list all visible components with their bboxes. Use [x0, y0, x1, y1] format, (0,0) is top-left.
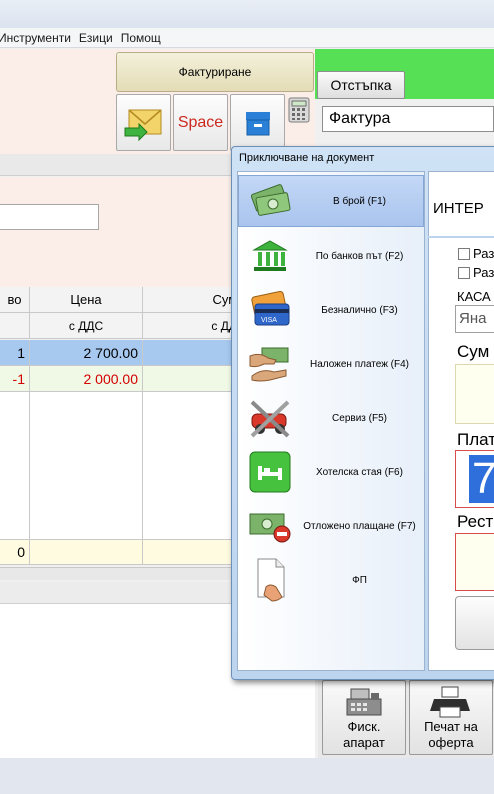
- payment-method-list: В брой (F1) По банков път (F2) VISA Безн…: [237, 171, 425, 671]
- option-checkbox-2[interactable]: Раз: [458, 265, 494, 280]
- option-checkbox-1[interactable]: Раз: [458, 246, 494, 261]
- payment-cash-item[interactable]: В брой (F1): [238, 175, 424, 227]
- discount-label: Отстъпка: [330, 77, 392, 93]
- paid-value[interactable]: 7: [469, 455, 494, 503]
- printer-icon: [430, 686, 470, 718]
- payment-fp-item[interactable]: ФП: [238, 554, 424, 606]
- credit-card-icon: VISA: [245, 286, 295, 334]
- table-row-price[interactable]: 2 000.00: [30, 366, 143, 392]
- payment-bank-item[interactable]: По банков път (F2): [238, 230, 424, 282]
- payment-service-item[interactable]: Сервиз (F5): [238, 392, 424, 444]
- cashbox-select[interactable]: Яна: [455, 305, 494, 333]
- space-label: Space: [177, 113, 224, 131]
- sum-field: [455, 364, 494, 424]
- send-email-button[interactable]: [116, 94, 171, 151]
- print-label-1: Печат на: [424, 719, 478, 734]
- window-titlebar: [0, 0, 494, 28]
- menu-languages[interactable]: Езици: [79, 31, 121, 45]
- empty-area: [30, 392, 143, 539]
- dialog-title: Приключване на документ: [239, 152, 375, 164]
- svg-text:VISA: VISA: [261, 317, 277, 324]
- cashbox-label: КАСА: [457, 289, 491, 304]
- payment-bank-label: По банков път (F2): [315, 250, 404, 262]
- cash-register-icon: [346, 688, 382, 716]
- hotel-bed-icon: [245, 448, 295, 496]
- envelope-arrow-icon: [124, 108, 161, 141]
- empty-area: [0, 392, 30, 539]
- checkbox-label: Раз: [473, 265, 494, 280]
- payment-cod-item[interactable]: Наложен платеж (F4): [238, 338, 424, 390]
- payment-hotel-label: Хотелска стая (F6): [316, 466, 403, 478]
- table-row-qty[interactable]: -1: [0, 366, 30, 392]
- menu-tools[interactable]: Инструменти: [0, 31, 79, 45]
- archive-button[interactable]: [230, 94, 285, 151]
- menu-help[interactable]: Помощ: [121, 31, 169, 45]
- paid-label: Плат: [457, 430, 494, 449]
- checkbox-label: Раз: [473, 246, 494, 261]
- payment-card-label: Безналично (F3): [321, 304, 398, 316]
- sum-label: Сум: [457, 342, 490, 361]
- checkbox[interactable]: [458, 247, 470, 260]
- total-qty: 0: [0, 539, 30, 565]
- payment-service-label: Сервиз (F5): [332, 412, 387, 424]
- checkbox[interactable]: [458, 266, 470, 279]
- invoicing-button[interactable]: Фактуриране: [116, 52, 314, 92]
- cash-on-delivery-icon: [245, 340, 295, 388]
- payment-deferred-item[interactable]: Отложено плащане (F7): [238, 500, 424, 552]
- payment-cash-label: В брой (F1): [333, 195, 386, 207]
- search-input[interactable]: [0, 204, 99, 230]
- service-tools-icon: [245, 394, 295, 442]
- print-offer-button[interactable]: Печат на оферта: [409, 680, 493, 755]
- col-price-subheader: с ДДС: [30, 313, 143, 339]
- change-label: Рест: [457, 512, 494, 531]
- col-qty-header[interactable]: во: [0, 287, 30, 313]
- fiscal-device-button[interactable]: Фиск. апарат: [322, 680, 406, 755]
- space-button[interactable]: Space: [173, 94, 228, 151]
- payment-hotel-item[interactable]: Хотелска стая (F6): [238, 446, 424, 498]
- company-name: ИНТЕР: [433, 200, 484, 217]
- discount-button[interactable]: Отстъпка: [317, 71, 405, 99]
- payment-fp-label: ФП: [352, 574, 367, 586]
- deferred-payment-icon: [245, 502, 295, 550]
- menu-bar: Инструменти Езици Помощ: [0, 28, 494, 48]
- document-type-select[interactable]: Фактура: [322, 106, 494, 132]
- payment-cod-label: Наложен платеж (F4): [309, 358, 410, 370]
- payment-card-item[interactable]: VISA Безналично (F3): [238, 284, 424, 336]
- bank-icon: [245, 232, 295, 280]
- confirm-print-button[interactable]: [455, 596, 494, 650]
- col-qty-subheader: [0, 313, 30, 339]
- calculator-icon[interactable]: [287, 97, 311, 123]
- col-price-header[interactable]: Цена: [30, 287, 143, 313]
- payment-deferred-label: Отложено плащане (F7): [303, 520, 416, 532]
- table-row-qty[interactable]: 1: [0, 340, 30, 366]
- taskbar: [0, 758, 494, 794]
- total-price: [30, 539, 143, 565]
- change-field: [455, 533, 494, 591]
- archive-box-icon: [245, 111, 270, 135]
- fiscal-document-icon: [245, 556, 295, 604]
- fiscal-label-1: Фиск.: [347, 719, 381, 734]
- table-row-price[interactable]: 2 700.00: [30, 340, 143, 366]
- divider: [428, 236, 494, 238]
- print-label-2: оферта: [428, 735, 474, 750]
- invoicing-label: Фактуриране: [178, 65, 252, 79]
- fiscal-label-2: апарат: [343, 735, 385, 750]
- cash-icon: [246, 177, 296, 225]
